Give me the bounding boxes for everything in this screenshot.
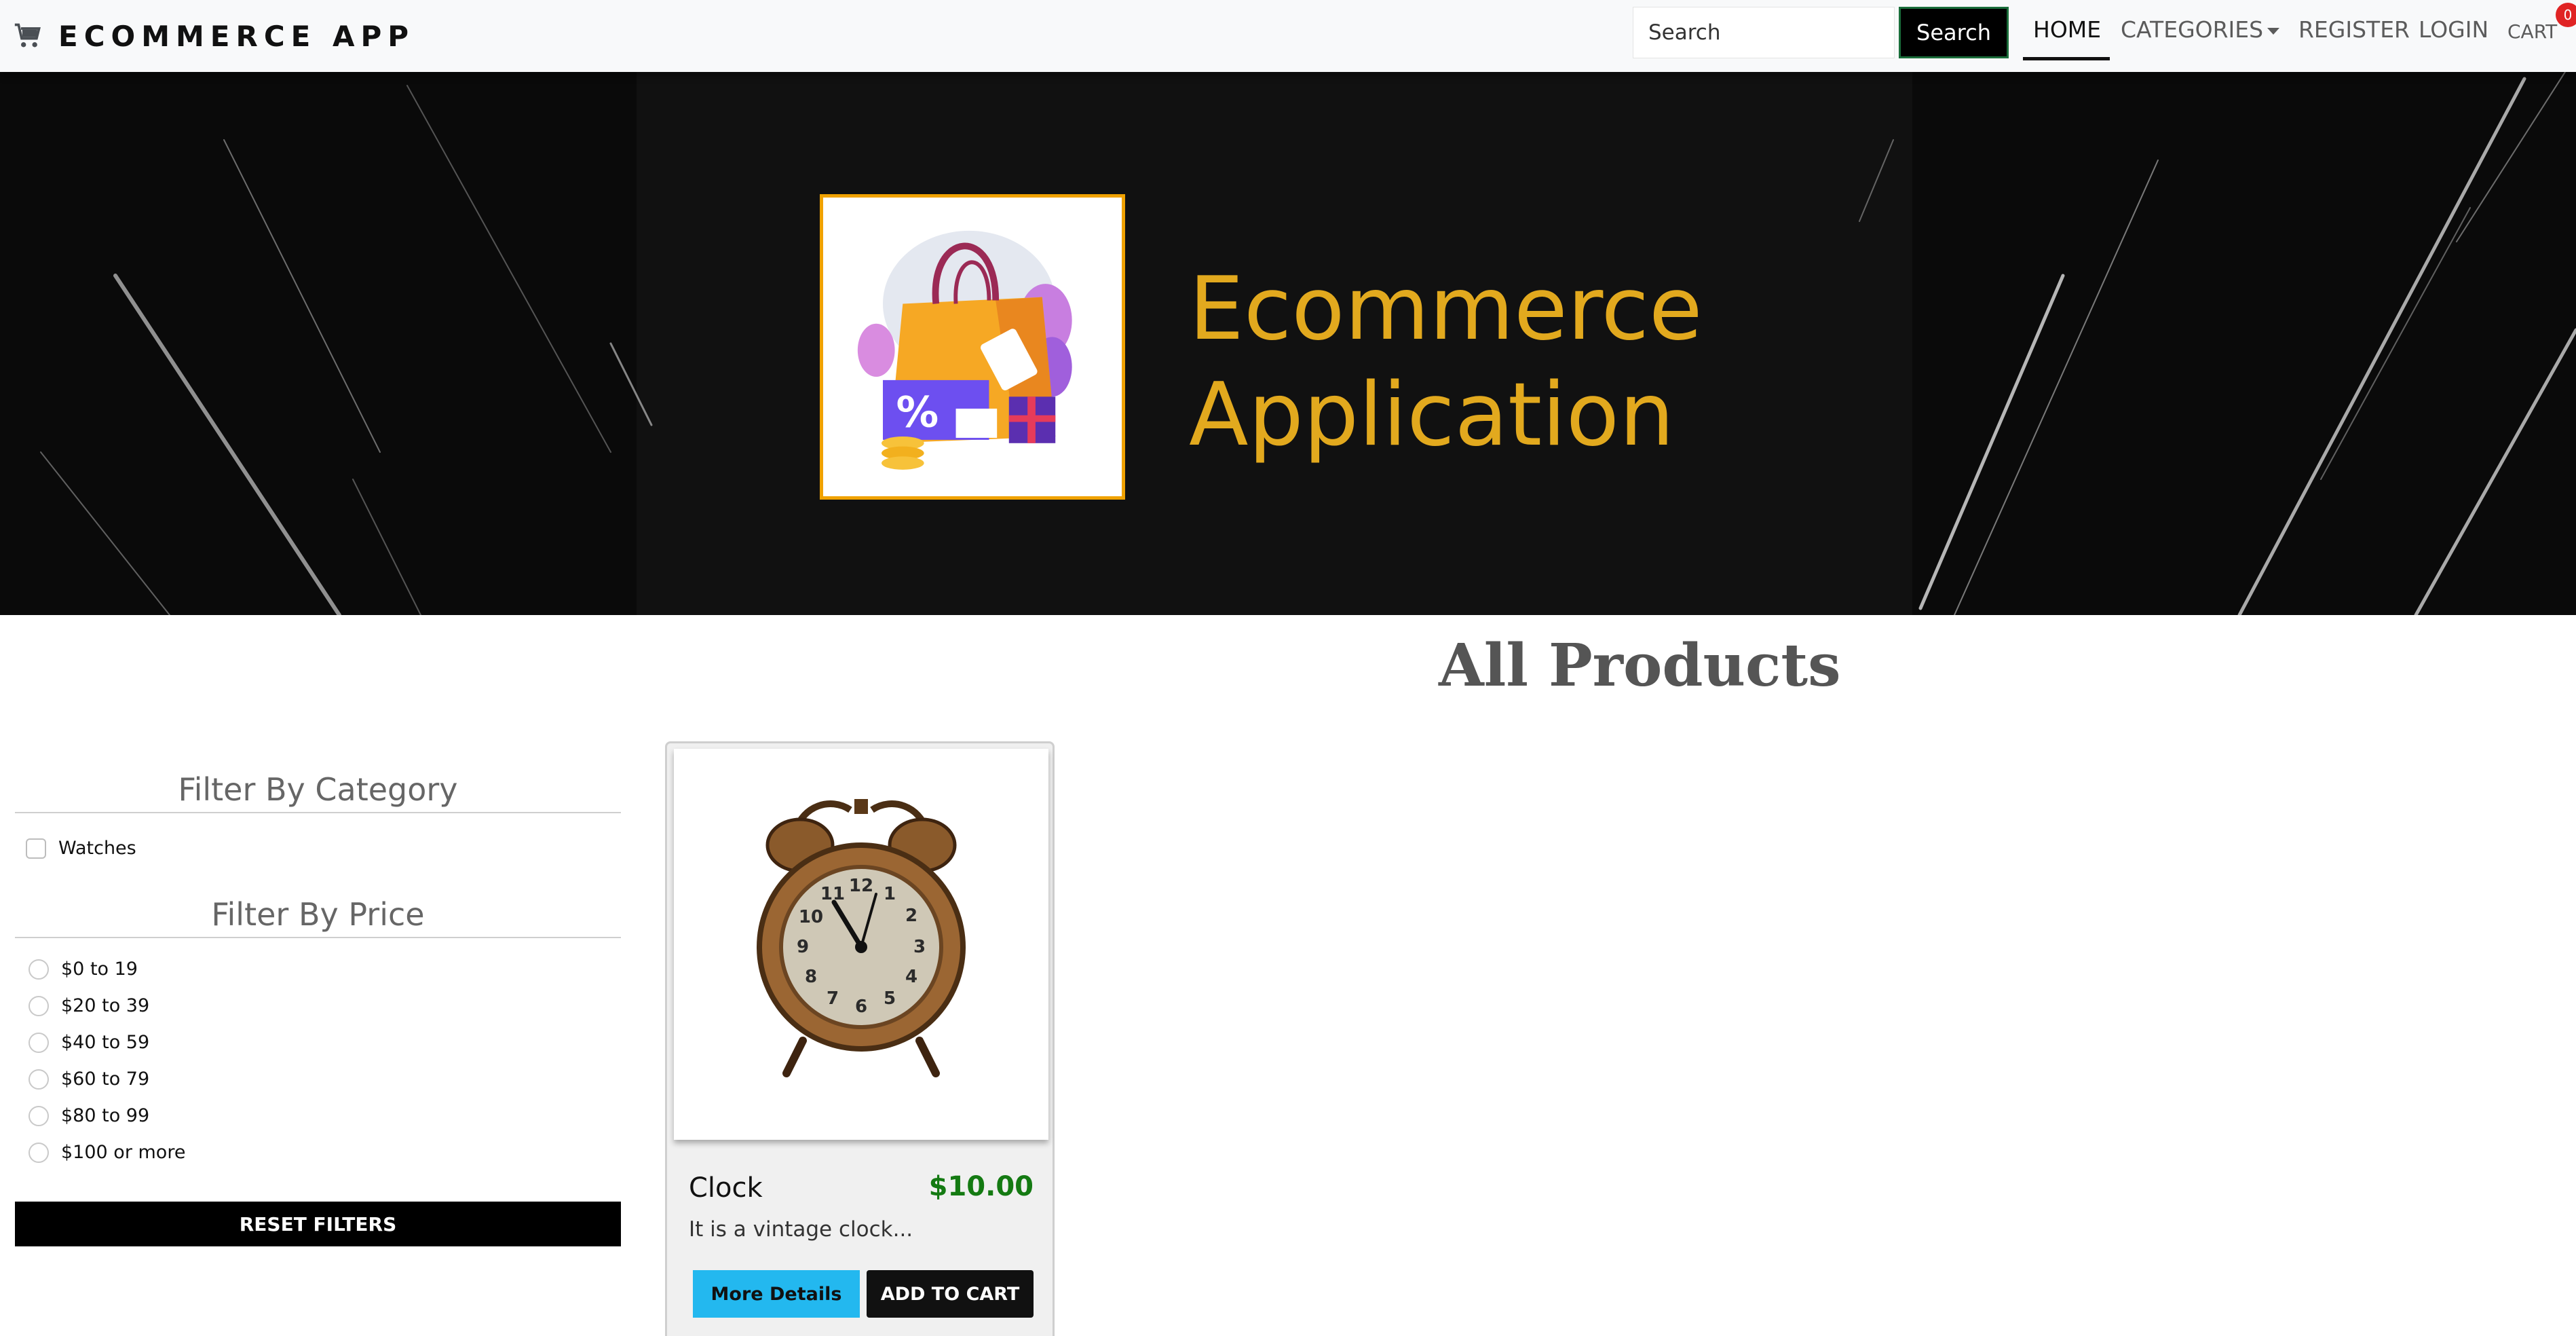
add-to-cart-button[interactable]: ADD TO CART [867,1270,1034,1318]
active-link-underline [2023,57,2110,60]
banner-title: Ecommerce Application [1189,257,1703,468]
product-price: $10.00 [928,1171,1034,1202]
price-label: $100 or more [61,1142,186,1163]
product-card: 12 1 2 3 4 5 6 7 8 9 10 11 Clock $10.00 … [665,741,1055,1336]
svg-text:3: 3 [913,937,926,957]
svg-text:10: 10 [799,907,823,927]
nav-register-link[interactable]: REGISTER [2298,16,2410,43]
search-input[interactable] [1633,7,1895,58]
price-filter-title: Filter By Price [211,896,425,933]
nav-login-link[interactable]: LOGIN [2419,16,2488,43]
shopping-cart-icon [14,23,41,48]
product-image[interactable]: 12 1 2 3 4 5 6 7 8 9 10 11 [674,749,1048,1140]
price-radio-60-79[interactable] [29,1069,49,1090]
reset-filters-button[interactable]: RESET FILTERS [15,1202,621,1246]
price-radio-20-39[interactable] [29,996,49,1016]
banner-title-line1: Ecommerce [1189,259,1703,360]
cart-count-badge: 0 [2556,3,2576,27]
svg-text:6: 6 [855,997,867,1017]
price-label: $20 to 39 [61,995,150,1016]
price-label: $80 to 99 [61,1105,150,1126]
price-radio-80-99[interactable] [29,1106,49,1126]
brand[interactable]: ECOMMERCE APP [14,12,415,60]
nav-home-link[interactable]: HOME [2033,16,2101,43]
svg-text:2: 2 [905,906,917,926]
product-description: It is a vintage clock... [689,1217,913,1242]
nav-categories-label: CATEGORIES [2121,16,2264,43]
nav-cart-link[interactable]: CART [2507,20,2557,43]
svg-text:7: 7 [827,988,839,1009]
price-radio-100-plus[interactable] [29,1143,49,1163]
brand-name: ECOMMERCE APP [58,19,415,53]
banner-logo: % [820,194,1125,500]
svg-text:9: 9 [797,937,809,957]
alarm-clock-icon: 12 1 2 3 4 5 6 7 8 9 10 11 [757,799,966,1077]
divider [15,937,621,938]
category-filter-title: Filter By Category [178,771,458,808]
svg-text:8: 8 [805,967,817,987]
more-details-button[interactable]: More Details [693,1270,860,1318]
svg-text:1: 1 [884,884,896,904]
price-radio-0-19[interactable] [29,959,49,980]
top-navbar: ECOMMERCE APP Search HOME CATEGORIES REG… [0,0,2576,72]
divider [15,812,621,813]
svg-text:4: 4 [905,967,917,987]
category-label-watches: Watches [58,838,136,859]
price-label: $0 to 19 [61,959,138,980]
hero-banner: % Ecommerce Application [0,72,2576,615]
shopping-bag-illustration: % [857,230,1072,470]
product-name: Clock [689,1172,763,1204]
svg-text:%: % [896,387,939,437]
price-label: $60 to 79 [61,1069,150,1090]
price-label: $40 to 59 [61,1032,150,1053]
banner-title-line2: Application [1189,365,1675,466]
page-title: All Products [1439,631,1841,700]
nav-categories-dropdown[interactable]: CATEGORIES [2121,16,2280,43]
chevron-down-icon [2267,27,2280,35]
search-button[interactable]: Search [1899,7,2009,58]
price-radio-40-59[interactable] [29,1033,49,1053]
category-checkbox-watches[interactable] [26,838,46,859]
svg-text:12: 12 [849,876,873,896]
svg-text:5: 5 [884,988,896,1009]
